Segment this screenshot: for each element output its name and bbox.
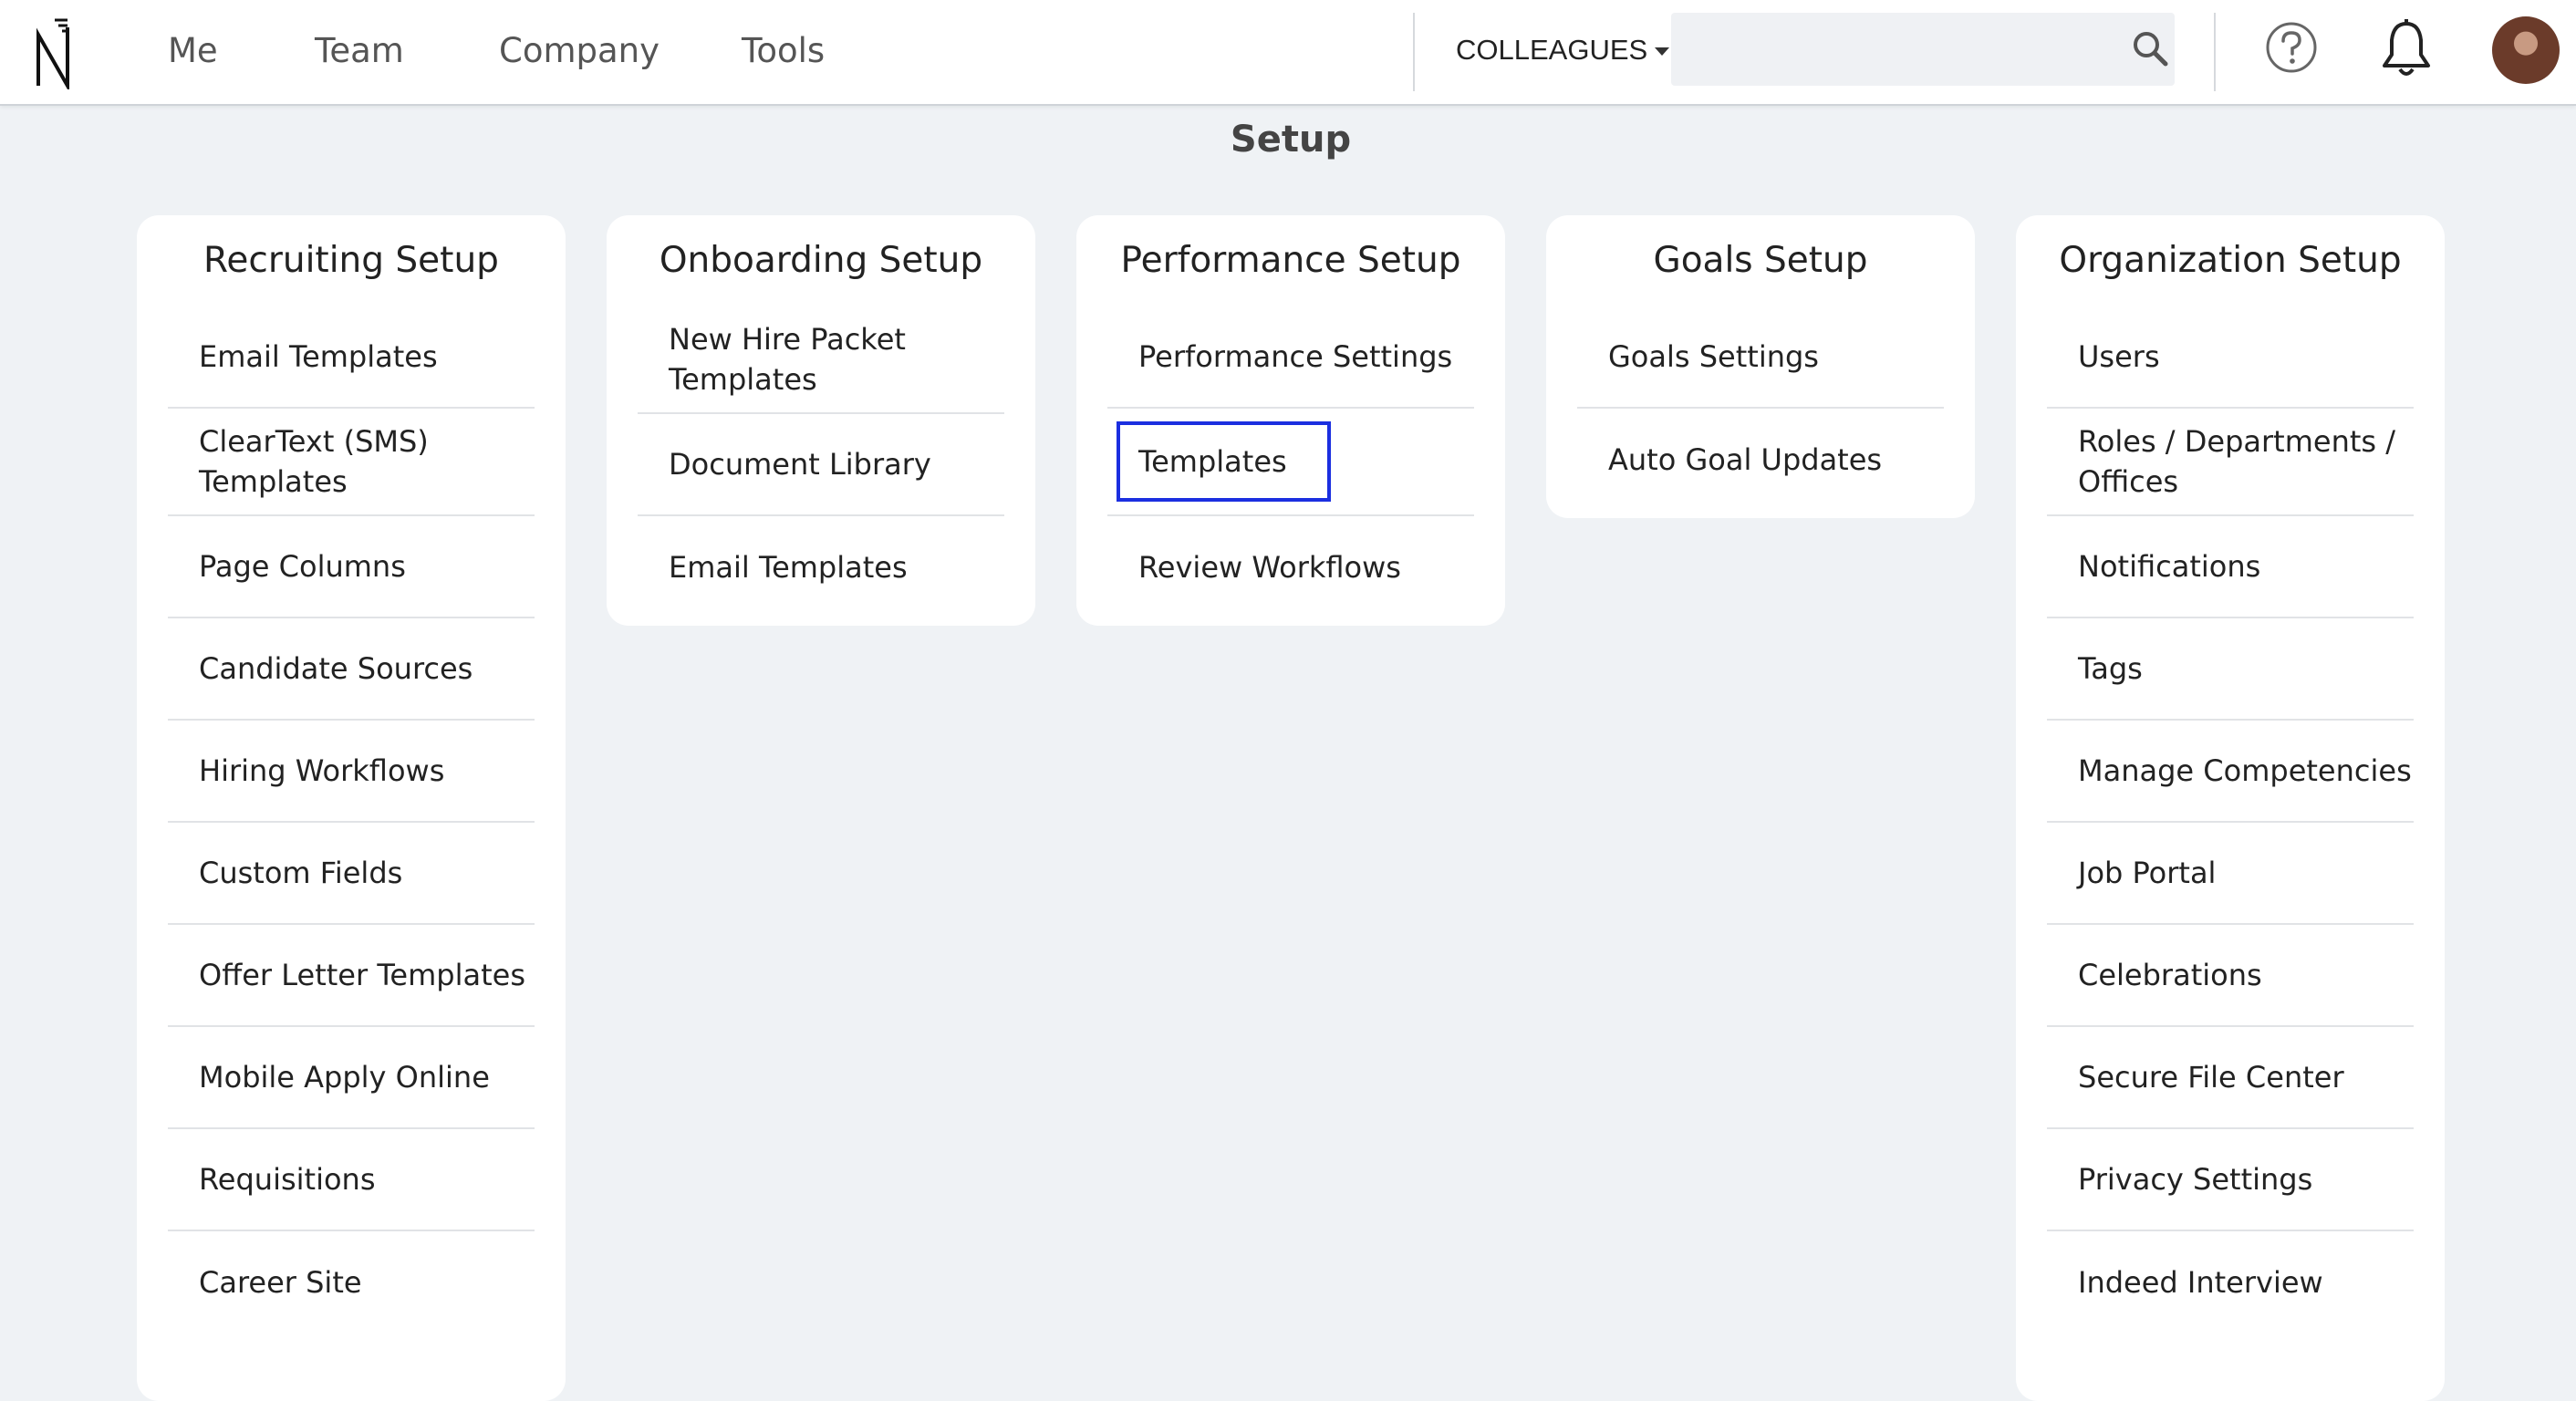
setup-link-page-columns[interactable]: Page Columns [168,516,535,618]
setup-link-privacy-settings[interactable]: Privacy Settings [2047,1129,2414,1231]
caret-down-icon [1655,47,1670,57]
setup-link-goals-settings[interactable]: Goals Settings [1577,306,1944,409]
card-title: Organization Setup [2059,240,2402,281]
setup-link-secure-file-center[interactable]: Secure File Center [2047,1027,2414,1129]
recruiting-setup-card: Recruiting Setup Email Templates ClearTe… [137,215,566,1401]
setup-link-candidate-sources[interactable]: Candidate Sources [168,618,535,721]
performance-setup-card: Performance Setup Performance Settings T… [1076,215,1505,626]
card-title: Goals Setup [1653,240,1868,281]
setup-link-templates-item[interactable]: Templates [1107,409,1474,516]
setup-link-cleartext-sms-templates[interactable]: ClearText (SMS) Templates [168,409,535,516]
page-title: Setup [1230,119,1352,161]
setup-link-notifications[interactable]: Notifications [2047,516,2414,618]
header-divider [1413,13,1415,91]
help-icon[interactable] [2264,20,2319,75]
card-title: Performance Setup [1120,240,1461,281]
setup-link-custom-fields[interactable]: Custom Fields [168,823,535,925]
setup-link-review-workflows[interactable]: Review Workflows [1107,516,1474,618]
setup-link-offer-letter-templates[interactable]: Offer Letter Templates [168,925,535,1027]
setup-link-indeed-interview[interactable]: Indeed Interview [2047,1231,2414,1334]
top-navigation-bar: Me Team Company Tools COLLEAGUES [0,0,2576,106]
nav-tools[interactable]: Tools [742,0,825,106]
avatar[interactable] [2492,16,2560,84]
setup-link-new-hire-packet-templates[interactable]: New Hire Packet Templates [638,306,1004,414]
search-box [1671,13,2175,86]
card-title: Recruiting Setup [203,240,499,281]
setup-link-performance-settings[interactable]: Performance Settings [1107,306,1474,409]
setup-link-users[interactable]: Users [2047,306,2414,409]
bell-icon[interactable] [2379,18,2434,80]
setup-link-document-library[interactable]: Document Library [638,414,1004,516]
setup-link-requisitions[interactable]: Requisitions [168,1129,535,1231]
setup-link-hiring-workflows[interactable]: Hiring Workflows [168,721,535,823]
setup-link-tags[interactable]: Tags [2047,618,2414,721]
nav-me[interactable]: Me [168,0,218,106]
setup-link-manage-competencies[interactable]: Manage Competencies [2047,721,2414,823]
setup-link-auto-goal-updates[interactable]: Auto Goal Updates [1577,409,1944,511]
search-icon[interactable] [2131,29,2169,67]
setup-link-career-site[interactable]: Career Site [168,1231,535,1334]
setup-link-mobile-apply-online[interactable]: Mobile Apply Online [168,1027,535,1129]
setup-link-celebrations[interactable]: Celebrations [2047,925,2414,1027]
setup-link-roles-departments-offices[interactable]: Roles / Departments / Offices [2047,409,2414,516]
nav-team[interactable]: Team [315,0,404,106]
onboarding-setup-card: Onboarding Setup New Hire Packet Templat… [607,215,1035,626]
header-divider [2214,13,2216,91]
setup-link-job-portal[interactable]: Job Portal [2047,823,2414,925]
organization-setup-card: Organization Setup Users Roles / Departm… [2016,215,2445,1401]
colleagues-label: COLLEAGUES [1456,34,1648,66]
nav-company[interactable]: Company [499,0,660,106]
setup-link-email-templates[interactable]: Email Templates [168,306,535,409]
colleagues-dropdown[interactable]: COLLEAGUES [1456,0,1670,102]
logo-icon[interactable] [31,15,77,89]
setup-link-templates[interactable]: Templates [1117,421,1331,502]
setup-link-email-templates[interactable]: Email Templates [638,516,1004,618]
card-title: Onboarding Setup [659,240,983,281]
search-input[interactable] [1671,13,2100,86]
goals-setup-card: Goals Setup Goals Settings Auto Goal Upd… [1546,215,1975,518]
